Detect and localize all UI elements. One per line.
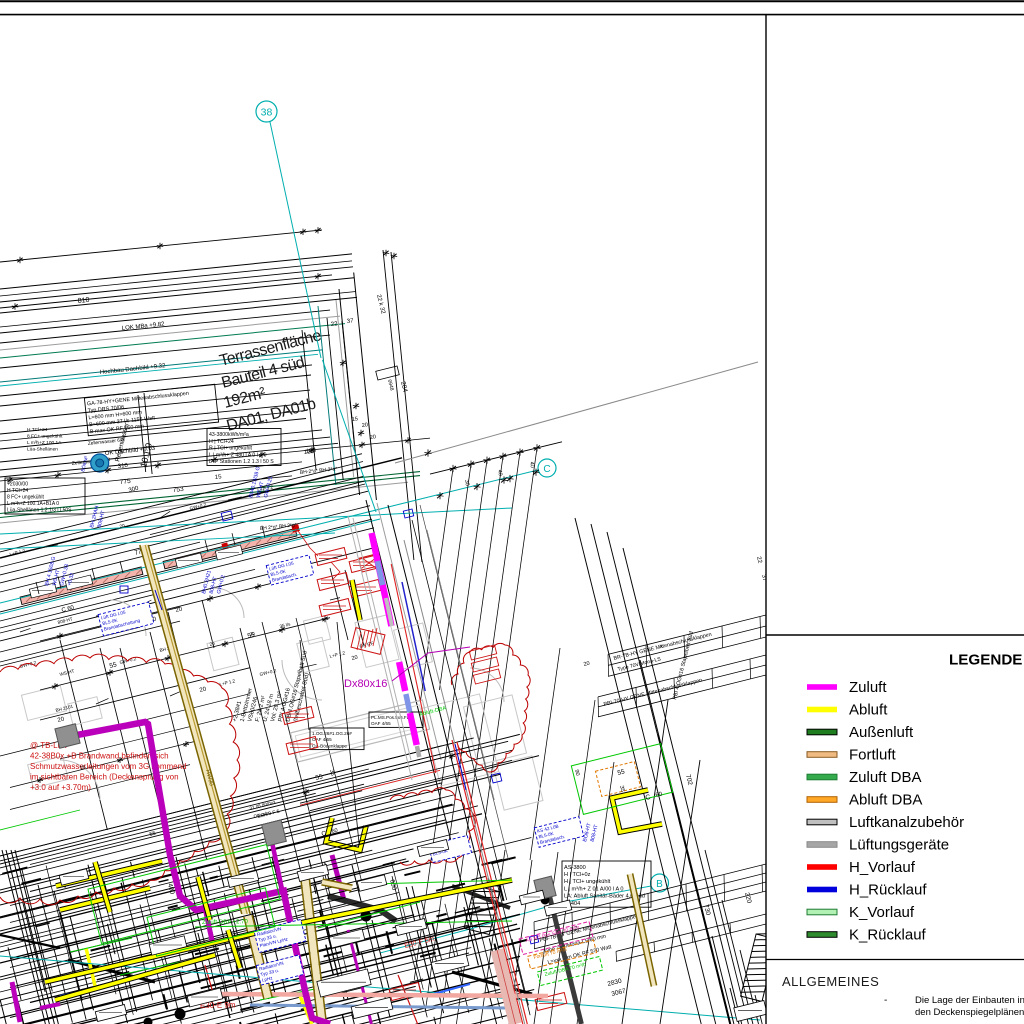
svg-text:Lüa-Shellänen 1.2.1/3 l L50S: Lüa-Shellänen 1.2.1/3 l L50S [7,508,72,514]
svg-text:H_Vorlauf: H_Vorlauf [849,859,916,876]
svg-text:310: 310 [118,463,129,470]
svg-text:37: 37 [347,318,355,325]
svg-text:K_Rücklauf: K_Rücklauf [849,927,927,944]
svg-text:K_Vorlauf: K_Vorlauf [849,904,915,921]
svg-text:H | TCl+0z: H | TCl+0z [564,872,591,878]
svg-text:B: B [656,879,663,890]
svg-text:1.OG.26#1.OG.26#: 1.OG.26#1.OG.26# [312,731,352,736]
svg-text:Dx80x16: Dx80x16 [344,678,387,690]
svg-text:Die Lage der Einbauten in den: Die Lage der Einbauten in den [915,995,1024,1006]
svg-text:Zuluft DBA: Zuluft DBA [849,769,922,786]
svg-text:Fortluft: Fortluft [849,747,897,764]
svg-text:128: 128 [306,448,317,455]
svg-text:x: x [660,644,663,650]
svg-text:Zuluft: Zuluft [849,679,887,696]
svg-text:22: 22 [331,321,339,328]
svg-text:ALLGEMEINES: ALLGEMEINES [782,974,879,989]
svg-text:Abluft: Abluft [849,702,888,719]
svg-text:C: C [543,464,550,475]
svg-text:15: 15 [215,474,223,481]
svg-text:H | TCl+ ungekühlt: H | TCl+ ungekühlt [564,879,611,885]
svg-text:Zuluft-DBA +2.70: Zuluft-DBA +2.70 [202,919,249,926]
svg-text:den Deckenspiegelplänen darges: den Deckenspiegelplänen dargestellt [915,1007,1024,1018]
svg-text:8 FC+ ungekühlt: 8 FC+ ungekühlt [27,434,63,440]
svg-text:Abluft DBA: Abluft DBA [849,792,922,809]
svg-text:42-38B0x +B Brandwand befinden: 42-38B0x +B Brandwand befinden sich [30,752,169,761]
svg-text:Schmutzwasserleitungen vom 3G: Schmutzwasserleitungen vom 3G kommend [30,762,187,771]
svg-text:Außenluft: Außenluft [849,724,914,741]
svg-text:775: 775 [119,478,131,486]
svg-text:H_Rücklauf: H_Rücklauf [849,882,927,899]
svg-text:H | TCl+24: H | TCl+24 [209,439,234,445]
svg-text:38: 38 [261,107,273,119]
svg-text:-: - [884,995,887,1006]
svg-text:LEGENDE: LEGENDE [949,652,1022,669]
svg-text:R | TCl+ ungekühlt: R | TCl+ ungekühlt [209,446,252,452]
svg-text:43-3800kWh/m²a: 43-3800kWh/m²a [209,432,249,438]
svg-text:810: 810 [77,297,89,305]
svg-text:20: 20 [370,434,377,441]
svg-text:OAF 4/65: OAF 4/65 [371,721,391,726]
svg-text:L | m³/h+ Z 01 A/00 l A 0: L | m³/h+ Z 01 A/00 l A 0 [564,886,624,892]
svg-text:Lüa-Shellänen: Lüa-Shellänen [27,446,58,452]
svg-text:Luftkanalzubehör: Luftkanalzubehör [849,814,964,831]
svg-text:20: 20 [362,422,369,429]
svg-text:OAF 4/65: OAF 4/65 [312,737,332,742]
svg-text:L m³h+Z 100.1A+B1A 0: L m³h+Z 100.1A+B1A 0 [7,501,59,507]
svg-text:+3.0 auf +3.70m): +3.0 auf +3.70m) [30,783,91,792]
svg-text:AS-3800: AS-3800 [564,865,586,871]
svg-text:H TCl+24: H TCl+24 [27,427,48,433]
svg-text:H TCl+24: H TCl+24 [7,488,28,494]
svg-text:15: 15 [352,416,359,423]
svg-text:L m³h+Z 100.1A: L m³h+Z 100.1A [27,440,62,446]
svg-text:Lüftungsgeräte: Lüftungsgeräte [849,837,949,854]
svg-text:L+P Stationen 1.2 1.3 l 50 S: L+P Stationen 1.2 1.3 l 50 S [209,459,274,465]
svg-text:8 FC+ ungekühlt: 8 FC+ ungekühlt [7,495,44,501]
svg-text:753: 753 [172,486,184,494]
svg-text:40: 40 [496,469,503,476]
